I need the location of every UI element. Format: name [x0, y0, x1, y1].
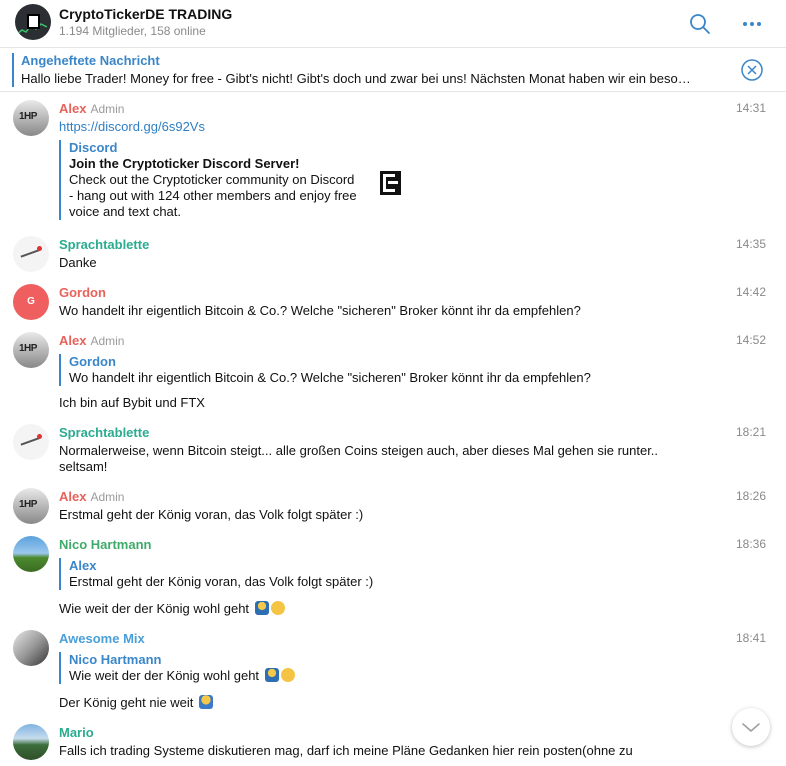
pinned-bar [12, 53, 14, 87]
pinned-text: Hallo liebe Trader! Money for free - Gib… [21, 71, 691, 86]
message-text: Ich bin auf Bybit und FTX [59, 395, 205, 410]
message-text: Normalerweise, wenn Bitcoin steigt... al… [59, 443, 659, 458]
reply-quote[interactable]: Alex Erstmal geht der König voran, das V… [59, 558, 373, 590]
avatar[interactable] [13, 236, 49, 272]
avatar[interactable] [13, 488, 49, 524]
preview-description: Check out the Cryptoticker community on … [69, 172, 357, 219]
message-text: Danke [59, 255, 97, 270]
scroll-down-button[interactable] [732, 708, 770, 746]
reply-author: Gordon [69, 354, 116, 369]
avatar[interactable] [13, 100, 49, 136]
link-preview[interactable]: Discord Join the Cryptoticker Discord Se… [59, 140, 359, 220]
avatar[interactable]: G [13, 284, 49, 320]
reply-text: Wo handelt ihr eigentlich Bitcoin & Co.?… [69, 370, 591, 385]
message-author[interactable]: Alex Admin [59, 489, 124, 504]
message-text: Wo handelt ihr eigentlich Bitcoin & Co.?… [59, 303, 581, 318]
admin-badge: Admin [90, 334, 125, 348]
message-text-row: Wie weit der der König wohl geht [59, 601, 285, 617]
avatar[interactable] [13, 424, 49, 460]
message-text: Erstmal geht der König voran, das Volk f… [59, 507, 364, 522]
message-time: 18:21 [735, 425, 766, 439]
message-time: 14:42 [735, 285, 766, 299]
chevron-down-icon [742, 723, 760, 732]
group-title[interactable]: CryptoTickerDE TRADING [59, 6, 232, 22]
message-link[interactable]: https://discord.gg/6s92Vs [59, 119, 205, 135]
member-count: 1.194 Mitglieder, 158 online [59, 24, 206, 38]
admin-badge: Admin [90, 490, 125, 504]
message-time: 18:41 [735, 631, 766, 645]
message-author[interactable]: Gordon [59, 285, 106, 300]
message-author[interactable]: Alex Admin [59, 101, 124, 116]
message-time: 14:31 [735, 101, 766, 115]
message-text: Falls ich trading Systeme diskutieren ma… [59, 743, 633, 758]
technologist-emoji-icon [254, 601, 269, 615]
message-author[interactable]: Nico Hartmann [59, 537, 151, 552]
technologist-emoji-icon [264, 668, 279, 682]
message-author[interactable]: Sprachtablette [59, 425, 149, 440]
message-time: 18:26 [735, 489, 766, 503]
raising-hand-emoji-icon [199, 695, 214, 709]
message-text: Wie weit der der König wohl geht [59, 601, 250, 616]
reply-text: Wie weit der der König wohl geht [69, 668, 260, 683]
cryptoticker-logo-icon [27, 14, 40, 29]
search-icon[interactable] [688, 12, 712, 36]
reply-text: Erstmal geht der König voran, das Volk f… [69, 574, 374, 589]
reply-author: Alex [69, 558, 97, 573]
message-author[interactable]: Sprachtablette [59, 237, 149, 252]
reply-author: Nico Hartmann [69, 652, 162, 667]
message-time: 14:35 [735, 237, 766, 251]
message-text-row: Der König geht nie weit [59, 695, 214, 711]
message-author[interactable]: Mario [59, 725, 94, 740]
preview-site: Discord [69, 140, 118, 155]
preview-title: Join the Cryptoticker Discord Server! [69, 156, 300, 171]
pinned-title: Angeheftete Nachricht [21, 53, 160, 68]
reply-quote[interactable]: Nico Hartmann Wie weit der der König woh… [59, 652, 295, 684]
chat-header: CryptoTickerDE TRADING 1.194 Mitglieder,… [0, 0, 786, 48]
thinking-emoji-icon [270, 601, 285, 615]
message-author[interactable]: Awesome Mix [59, 631, 145, 646]
more-icon[interactable] [740, 12, 764, 36]
avatar[interactable] [13, 630, 49, 666]
thinking-emoji-icon [280, 668, 295, 682]
message-time: 18:36 [735, 537, 766, 551]
message-text-line2: seltsam! [59, 459, 108, 474]
avatar[interactable] [13, 724, 49, 760]
message-author[interactable]: Alex Admin [59, 333, 124, 348]
admin-badge: Admin [90, 102, 125, 116]
avatar[interactable] [13, 332, 49, 368]
close-circle-icon[interactable] [740, 58, 764, 82]
avatar[interactable] [13, 536, 49, 572]
pinned-message[interactable]: Angeheftete Nachricht Hallo liebe Trader… [0, 48, 786, 92]
preview-logo-icon [380, 171, 401, 195]
reply-quote[interactable]: Gordon Wo handelt ihr eigentlich Bitcoin… [59, 354, 591, 386]
message-text: Der König geht nie weit [59, 695, 194, 710]
group-avatar[interactable] [15, 4, 51, 40]
message-time: 14:52 [735, 333, 766, 347]
reply-text-row: Wie weit der der König wohl geht [69, 668, 295, 684]
